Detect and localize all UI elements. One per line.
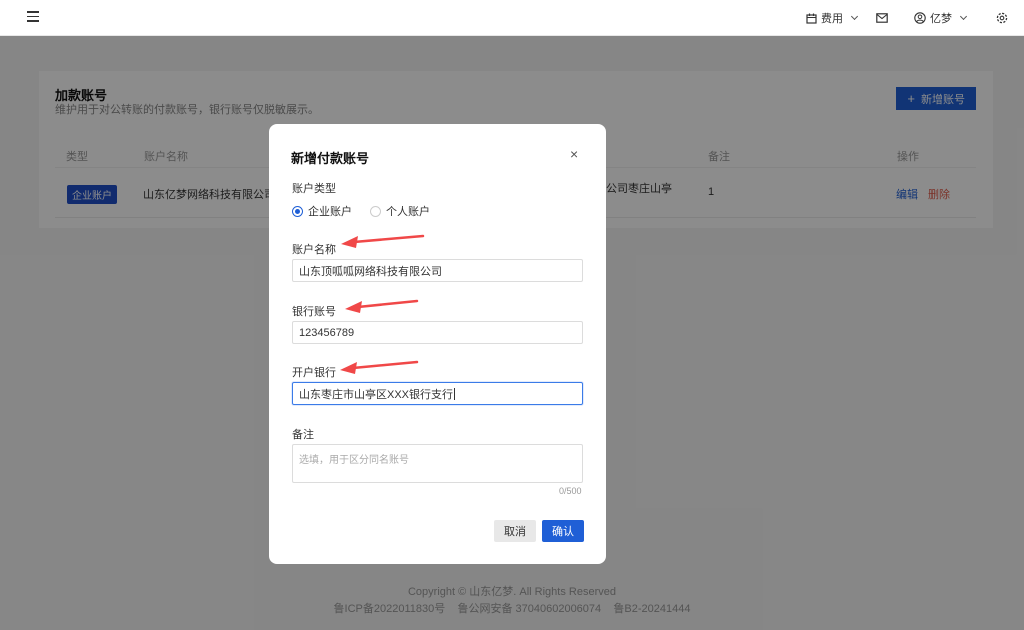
top-bar: 费用 亿梦: [0, 0, 1024, 36]
remark-char-counter: 0/500: [559, 486, 582, 496]
mail-icon: [876, 13, 888, 23]
add-payment-account-dialog: 新增付款账号 × 账户类型 企业账户 个人账户 账户名称 山东顶呱呱网络科技有限…: [269, 124, 606, 564]
radio-label-personal: 个人账户: [386, 206, 430, 218]
text-cursor: [454, 387, 456, 400]
bank-label: 开户银行: [292, 367, 336, 379]
bank-input-value: 山东枣庄市山亭区XXX银行支行: [299, 388, 454, 401]
remark-textarea[interactable]: 选填，用于区分同名账号: [292, 444, 583, 483]
bank-account-label: 银行账号: [292, 306, 336, 318]
fee-menu[interactable]: 费用: [806, 0, 859, 36]
chevron-down-icon: [959, 12, 968, 21]
close-icon[interactable]: ×: [570, 147, 578, 161]
account-type-label: 账户类型: [292, 183, 336, 195]
dialog-title: 新增付款账号: [291, 151, 370, 166]
radio-option-enterprise[interactable]: 企业账户: [292, 203, 352, 219]
radio-unchecked-icon: [370, 205, 381, 217]
confirm-button[interactable]: 确认: [542, 520, 584, 542]
chevron-down-icon: [850, 12, 859, 21]
radio-label-enterprise: 企业账户: [308, 206, 352, 218]
radio-checked-icon: [292, 205, 303, 217]
account-name-label: 账户名称: [292, 244, 336, 256]
annotation-arrow-icon: [345, 299, 419, 313]
bank-input[interactable]: 山东枣庄市山亭区XXX银行支行: [292, 382, 583, 405]
gear-icon: [996, 12, 1008, 24]
user-name: 亿梦: [930, 13, 952, 25]
remark-label: 备注: [292, 429, 314, 441]
radio-option-personal[interactable]: 个人账户: [370, 203, 430, 219]
bank-account-input[interactable]: 123456789: [292, 321, 583, 344]
annotation-arrow-icon: [340, 360, 419, 374]
calendar-icon: [806, 13, 817, 24]
mail-button[interactable]: [876, 0, 888, 36]
fee-label: 费用: [821, 13, 843, 25]
cancel-button[interactable]: 取消: [494, 520, 536, 542]
annotation-arrow-icon: [341, 234, 425, 248]
user-menu[interactable]: 亿梦: [914, 0, 968, 36]
settings-button[interactable]: [996, 0, 1008, 36]
account-name-input[interactable]: 山东顶呱呱网络科技有限公司: [292, 259, 583, 282]
hamburger-menu-icon[interactable]: [27, 11, 39, 23]
user-avatar-icon: [914, 12, 926, 24]
account-type-radio-group: 企业账户 个人账户: [292, 203, 448, 219]
